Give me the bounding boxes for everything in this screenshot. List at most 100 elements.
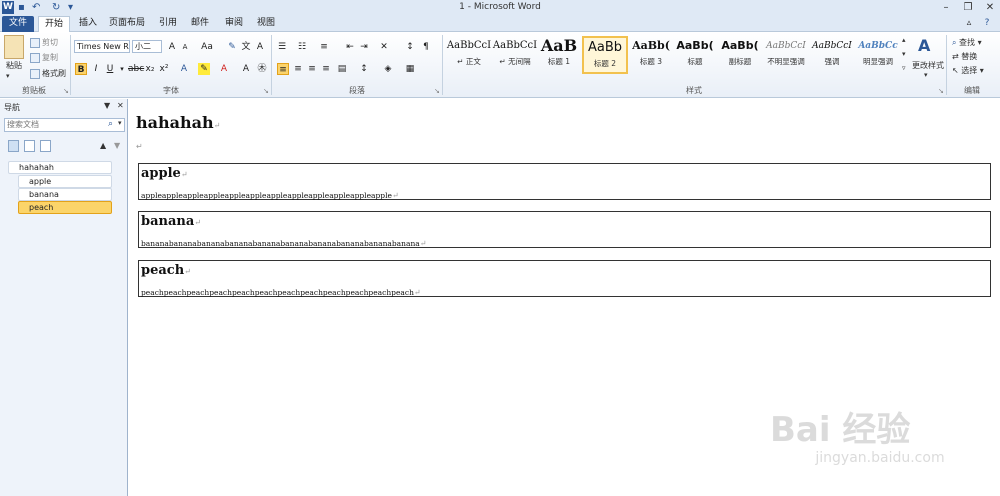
next-heading-icon[interactable]: ▼ bbox=[114, 141, 120, 150]
style-subtle-emphasis[interactable]: AaBbCcI 不明显强调 bbox=[764, 36, 808, 74]
align-center-button[interactable]: ≡ bbox=[292, 63, 304, 75]
copy-button[interactable]: 复制 bbox=[30, 52, 58, 63]
clear-format-icon[interactable]: ✎ bbox=[226, 41, 238, 53]
tab-home[interactable]: 开始 bbox=[38, 16, 70, 32]
nav-close-icon[interactable]: ✕ bbox=[117, 101, 124, 110]
decrease-indent-icon[interactable]: ⇤ bbox=[344, 41, 356, 53]
cut-button[interactable]: 剪切 bbox=[30, 37, 58, 48]
select-button[interactable]: ↖ 选择 ▾ bbox=[952, 65, 984, 76]
paste-button[interactable]: 粘贴 bbox=[6, 60, 22, 71]
style-heading-1[interactable]: AaB 标题 1 bbox=[538, 36, 580, 74]
outline-item-selected[interactable]: peach bbox=[18, 201, 112, 214]
tab-file[interactable]: 文件 bbox=[2, 16, 34, 32]
multilevel-list-icon[interactable]: ≡ bbox=[318, 41, 330, 53]
show-marks-icon[interactable]: ¶ bbox=[420, 41, 432, 53]
line-spacing-icon[interactable]: ↕ bbox=[358, 63, 370, 75]
enclose-characters-icon[interactable]: ㊍ bbox=[256, 63, 268, 75]
superscript-button[interactable]: x² bbox=[158, 63, 170, 75]
tab-insert[interactable]: 插入 bbox=[74, 16, 102, 32]
highlight-icon[interactable]: ✎ bbox=[198, 63, 210, 75]
scissors-icon bbox=[30, 37, 40, 48]
font-launcher-icon[interactable]: ↘ bbox=[263, 87, 269, 95]
section-box[interactable]: banana↵ bananabananabananabananabananaba… bbox=[138, 211, 991, 248]
underline-dropdown-icon[interactable]: ▾ bbox=[116, 63, 128, 75]
increase-indent-icon[interactable]: ⇥ bbox=[358, 41, 370, 53]
tab-review[interactable]: 审阅 bbox=[220, 16, 248, 32]
format-painter-button[interactable]: 格式刷 bbox=[30, 68, 66, 79]
underline-button[interactable]: U bbox=[104, 63, 116, 75]
borders-icon[interactable]: ▦ bbox=[404, 63, 416, 75]
align-right-button[interactable]: ≡ bbox=[306, 63, 318, 75]
outline-item[interactable]: apple bbox=[18, 175, 112, 188]
close-icon[interactable]: ✕ bbox=[980, 0, 1000, 15]
justify-button[interactable]: ≡ bbox=[320, 63, 332, 75]
italic-button[interactable]: I bbox=[90, 63, 102, 75]
bullets-icon[interactable]: ☰ bbox=[276, 41, 288, 53]
subscript-button[interactable]: x₂ bbox=[144, 63, 156, 75]
text-effects-icon[interactable]: A bbox=[178, 63, 190, 75]
shrink-font-icon[interactable]: A bbox=[179, 41, 191, 53]
paste-icon[interactable] bbox=[4, 35, 24, 59]
change-styles-button[interactable]: 更改样式 bbox=[912, 60, 944, 71]
find-button[interactable]: ⌕ 查找 ▾ bbox=[952, 37, 982, 48]
browse-headings-icon[interactable] bbox=[8, 140, 19, 152]
strikethrough-button[interactable]: abc bbox=[128, 63, 144, 75]
minimize-ribbon-icon[interactable]: ▵ bbox=[962, 16, 976, 32]
align-left-button[interactable]: ≡ bbox=[277, 63, 289, 75]
style-heading-3[interactable]: AaBb( 标题 3 bbox=[630, 36, 672, 74]
font-name-combo[interactable]: Times New R bbox=[74, 40, 130, 53]
style-subtitle[interactable]: AaBb( 副标题 bbox=[718, 36, 762, 74]
tab-mailings[interactable]: 邮件 bbox=[186, 16, 214, 32]
chinese-layout-icon[interactable]: ✕ bbox=[378, 41, 390, 53]
tab-page-layout[interactable]: 页面布局 bbox=[106, 16, 148, 32]
style-emphasis[interactable]: AaBbCcI 强调 bbox=[810, 36, 854, 74]
phonetic-guide-icon[interactable]: 文 bbox=[240, 41, 252, 53]
help-icon[interactable]: ? bbox=[980, 16, 994, 32]
nav-search-input[interactable]: 搜索文档 bbox=[4, 118, 125, 132]
nav-options-icon[interactable]: ▼ bbox=[104, 101, 110, 110]
style-intense-emphasis[interactable]: AaBbCc 明显强调 bbox=[856, 36, 900, 74]
bold-button[interactable]: B bbox=[75, 63, 87, 75]
shading-icon[interactable]: ◈ bbox=[382, 63, 394, 75]
browse-pages-icon[interactable] bbox=[24, 140, 35, 152]
section-box[interactable]: peach↵ peachpeachpeachpeachpeachpeachpea… bbox=[138, 260, 991, 297]
character-border-icon[interactable]: A bbox=[254, 41, 266, 53]
paragraph-launcher-icon[interactable]: ↘ bbox=[434, 87, 440, 95]
font-color-icon[interactable]: A bbox=[218, 63, 230, 75]
outline-item[interactable]: hahahah bbox=[8, 161, 112, 174]
document-heading[interactable]: hahahah↵ bbox=[136, 113, 220, 132]
minimize-icon[interactable]: – bbox=[936, 0, 956, 15]
sort-icon[interactable]: ↕ bbox=[404, 41, 416, 53]
styles-scroll-up-icon[interactable]: ▴ bbox=[902, 36, 906, 44]
group-divider bbox=[946, 35, 947, 95]
search-options-icon[interactable]: ▾ bbox=[118, 119, 122, 127]
grow-font-icon[interactable]: A bbox=[166, 41, 178, 53]
character-shading-icon[interactable]: A bbox=[240, 63, 252, 75]
browse-results-icon[interactable] bbox=[40, 140, 51, 152]
change-styles-dropdown-icon[interactable]: ▾ bbox=[924, 71, 928, 79]
styles-launcher-icon[interactable]: ↘ bbox=[938, 87, 944, 95]
style-title[interactable]: AaBb( 标题 bbox=[674, 36, 716, 74]
restore-icon[interactable]: ❐ bbox=[958, 0, 978, 15]
font-size-combo[interactable]: 小二 bbox=[132, 40, 162, 53]
outline-item[interactable]: banana bbox=[18, 188, 112, 201]
tab-references[interactable]: 引用 bbox=[154, 16, 182, 32]
clipboard-launcher-icon[interactable]: ↘ bbox=[63, 87, 69, 95]
change-styles-icon[interactable]: A bbox=[918, 36, 930, 55]
section-body-text: appleappleappleappleappleappleappleapple… bbox=[141, 191, 392, 200]
style-heading-2[interactable]: AaBb 标题 2 bbox=[582, 36, 628, 74]
styles-more-icon[interactable]: ▿ bbox=[902, 64, 906, 72]
style-normal[interactable]: AaBbCcI ↵ 正文 bbox=[446, 36, 492, 74]
styles-scroll-down-icon[interactable]: ▾ bbox=[902, 50, 906, 58]
search-icon[interactable]: ⌕ bbox=[108, 119, 113, 129]
section-box[interactable]: apple↵ appleappleappleappleappleappleapp… bbox=[138, 163, 991, 200]
tab-view[interactable]: 视图 bbox=[252, 16, 280, 32]
previous-heading-icon[interactable]: ▲ bbox=[100, 141, 106, 150]
distributed-button[interactable]: ▤ bbox=[336, 63, 348, 75]
paste-dropdown-icon[interactable]: ▾ bbox=[6, 72, 10, 80]
numbering-icon[interactable]: ☷ bbox=[296, 41, 308, 53]
style-no-spacing[interactable]: AaBbCcI ↵ 无间隔 bbox=[492, 36, 538, 74]
change-case-icon[interactable]: Aa bbox=[199, 41, 215, 53]
replace-button[interactable]: ⇄ 替换 bbox=[952, 51, 977, 62]
nav-pane-title: 导航 bbox=[4, 103, 20, 112]
